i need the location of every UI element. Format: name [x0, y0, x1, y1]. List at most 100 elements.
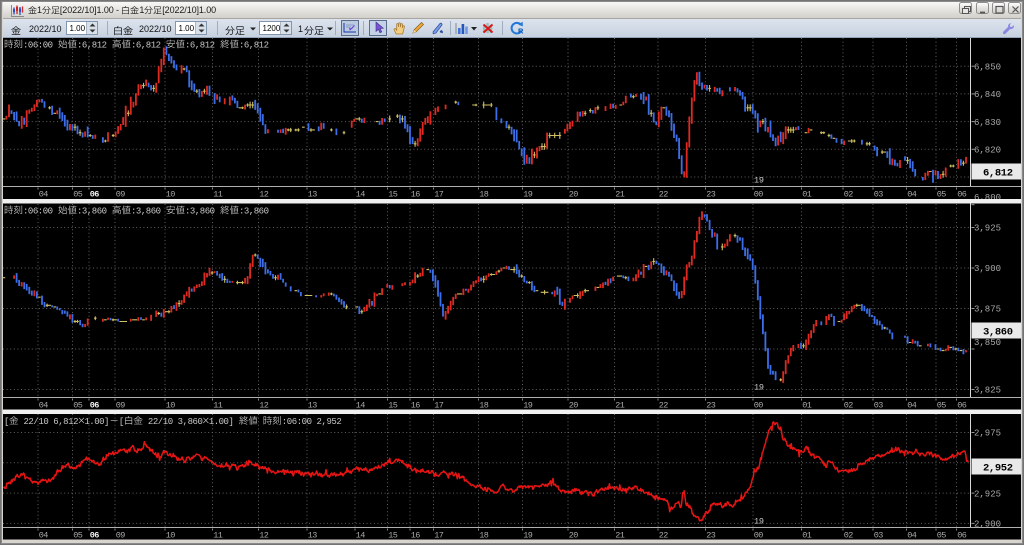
svg-text:02: 02: [844, 531, 854, 541]
svg-text:01: 01: [802, 531, 812, 541]
svg-text:01: 01: [802, 401, 812, 411]
svg-text:15: 15: [388, 401, 398, 411]
svg-text:23: 23: [706, 401, 716, 411]
svg-text:12: 12: [259, 401, 269, 411]
svg-text:02: 02: [844, 401, 854, 411]
svg-text:05: 05: [937, 190, 947, 200]
svg-text:1.00]: 1.00]: [209, 417, 239, 427]
svg-text:6,840: 6,840: [974, 90, 1001, 100]
svg-text:22: 22: [659, 401, 669, 411]
svg-text:12: 12: [259, 531, 269, 541]
svg-text:06: 06: [90, 531, 100, 541]
svg-text:22/10 6,812: 22/10 6,812: [19, 417, 79, 427]
svg-text:04: 04: [39, 531, 49, 541]
svg-text::3,860: :3,860: [77, 207, 112, 217]
svg-text:02: 02: [844, 190, 854, 200]
svg-text:05: 05: [937, 401, 947, 411]
svg-text:21: 21: [615, 190, 625, 200]
svg-text:17: 17: [434, 190, 444, 200]
svg-text:19: 19: [523, 190, 533, 200]
svg-text:18: 18: [479, 531, 489, 541]
svg-text:04: 04: [39, 401, 49, 411]
svg-text:01: 01: [802, 190, 812, 200]
svg-text:1.00]: 1.00]: [84, 417, 109, 427]
svg-text:06: 06: [90, 401, 100, 411]
svg-text:6,830: 6,830: [974, 118, 1001, 128]
svg-text:09: 09: [116, 190, 126, 200]
svg-text::06:00 2,952: :06:00 2,952: [282, 417, 342, 427]
svg-text::3,860: :3,860: [239, 207, 269, 217]
svg-text:20: 20: [569, 190, 579, 200]
svg-text:22/10 3,860: 22/10 3,860: [143, 417, 203, 427]
svg-text:03: 03: [874, 531, 884, 541]
svg-text:04: 04: [907, 401, 917, 411]
svg-text:6,850: 6,850: [974, 62, 1001, 72]
svg-text:2,975: 2,975: [974, 429, 1001, 439]
svg-text:18: 18: [479, 401, 489, 411]
svg-text:04: 04: [907, 190, 917, 200]
svg-text:03: 03: [874, 190, 884, 200]
svg-text:14: 14: [356, 401, 366, 411]
svg-text:14: 14: [356, 531, 366, 541]
svg-text:19: 19: [754, 176, 764, 186]
svg-text:05: 05: [73, 531, 83, 541]
svg-text:11: 11: [213, 190, 223, 200]
svg-text:R: R: [518, 27, 524, 36]
svg-text:17: 17: [434, 531, 444, 541]
svg-text:00: 00: [754, 401, 764, 411]
svg-text:18: 18: [479, 190, 489, 200]
svg-text:19: 19: [754, 517, 764, 527]
svg-text:21: 21: [615, 531, 625, 541]
svg-text:22: 22: [659, 531, 669, 541]
svg-text:19: 19: [523, 531, 533, 541]
svg-text:17: 17: [434, 401, 444, 411]
svg-text:3,900: 3,900: [974, 264, 1001, 274]
svg-text:05: 05: [73, 401, 83, 411]
svg-text:10: 10: [166, 401, 176, 411]
svg-text:10: 10: [166, 190, 176, 200]
svg-text:19: 19: [523, 401, 533, 411]
svg-text::6,812: :6,812: [131, 41, 166, 51]
svg-text:3,850: 3,850: [974, 338, 1001, 348]
svg-text:10: 10: [166, 531, 176, 541]
svg-text:15: 15: [388, 190, 398, 200]
svg-text::6,812: :6,812: [185, 41, 220, 51]
svg-text:00: 00: [754, 531, 764, 541]
svg-text:03: 03: [874, 401, 884, 411]
svg-text:13: 13: [308, 401, 318, 411]
svg-text:15: 15: [388, 531, 398, 541]
svg-text:04: 04: [39, 190, 49, 200]
svg-text:2,900: 2,900: [974, 520, 1001, 530]
svg-text:2,952: 2,952: [983, 462, 1013, 474]
svg-text:16: 16: [411, 190, 421, 200]
svg-text:13: 13: [308, 190, 318, 200]
svg-text:11: 11: [213, 531, 223, 541]
svg-text:12: 12: [259, 190, 269, 200]
svg-text:16: 16: [411, 401, 421, 411]
svg-text:19: 19: [754, 383, 764, 393]
svg-text:05: 05: [937, 531, 947, 541]
svg-text:[: [: [4, 417, 9, 427]
svg-text:14: 14: [356, 190, 366, 200]
svg-text:3,875: 3,875: [974, 305, 1001, 315]
svg-text:20: 20: [569, 531, 579, 541]
svg-text:09: 09: [116, 531, 126, 541]
svg-text:3,860: 3,860: [983, 326, 1013, 338]
svg-text:13: 13: [308, 531, 318, 541]
svg-text::6,812: :6,812: [239, 41, 269, 51]
svg-text:11: 11: [213, 401, 223, 411]
svg-text::3,860: :3,860: [131, 207, 166, 217]
svg-text:06: 06: [957, 401, 967, 411]
svg-text:2,925: 2,925: [974, 489, 1001, 499]
svg-text:3,925: 3,925: [974, 224, 1001, 234]
svg-text:05: 05: [73, 190, 83, 200]
svg-text:06: 06: [90, 190, 100, 200]
svg-text:16: 16: [411, 531, 421, 541]
svg-text:23: 23: [706, 531, 716, 541]
svg-text:6,820: 6,820: [974, 146, 1001, 156]
svg-text:22: 22: [659, 190, 669, 200]
svg-text:00: 00: [754, 190, 764, 200]
svg-text::06:00: :06:00: [23, 207, 58, 217]
svg-text::06:00: :06:00: [23, 41, 58, 51]
svg-text::3,860: :3,860: [185, 207, 220, 217]
